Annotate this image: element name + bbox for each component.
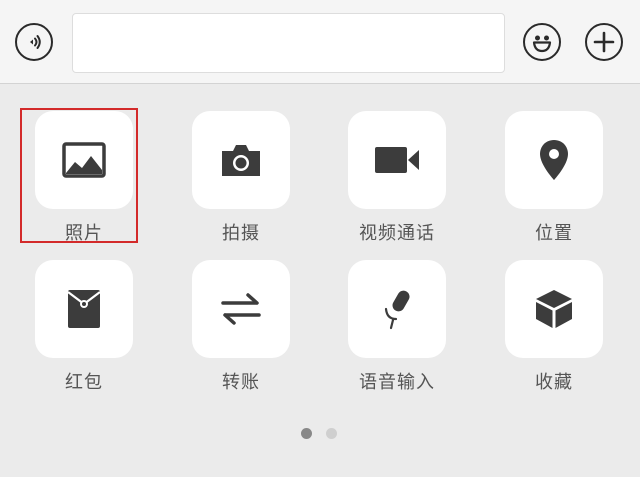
tile-location[interactable]: 位置 — [470, 111, 610, 251]
plus-icon — [593, 31, 615, 53]
tile-transfer-label: 转账 — [222, 372, 260, 393]
tile-red-envelope-label: 红包 — [65, 372, 103, 393]
smiley-face-icon — [532, 35, 552, 53]
microphone-icon — [384, 290, 410, 330]
red-envelope-icon — [67, 290, 101, 328]
page-indicator-dot[interactable] — [326, 428, 337, 439]
chat-input-bar — [0, 0, 640, 84]
emoji-button[interactable] — [523, 23, 561, 61]
video-camera-icon — [375, 147, 419, 173]
tile-capture-label: 拍摄 — [222, 223, 260, 244]
cube-icon — [536, 290, 572, 328]
more-actions-panel: 照片 拍摄 视频通话 位置 红包 转账 语音输入 收藏 — [0, 85, 640, 477]
tile-capture[interactable]: 拍摄 — [157, 111, 297, 251]
tile-capture-box[interactable] — [192, 111, 290, 209]
tile-photo[interactable]: 照片 — [0, 111, 140, 251]
tile-red-envelope-box[interactable] — [35, 260, 133, 358]
tile-transfer-box[interactable] — [192, 260, 290, 358]
tile-favorites[interactable]: 收藏 — [470, 260, 610, 400]
tile-red-envelope[interactable]: 红包 — [0, 260, 140, 400]
tile-favorites-box[interactable] — [505, 260, 603, 358]
tile-voice-input[interactable]: 语音输入 — [313, 260, 453, 400]
transfer-arrows-icon — [221, 293, 261, 325]
camera-icon — [222, 145, 260, 176]
more-button[interactable] — [585, 23, 623, 61]
voice-wave-icon — [30, 35, 41, 49]
page-indicator-dot-active[interactable] — [301, 428, 312, 439]
tile-voice-input-box[interactable] — [348, 260, 446, 358]
tile-location-box[interactable] — [505, 111, 603, 209]
voice-toggle-button[interactable] — [15, 23, 53, 61]
tile-video-call-label: 视频通话 — [359, 223, 435, 244]
location-pin-icon — [540, 140, 568, 180]
tile-photo-label: 照片 — [65, 223, 103, 244]
tile-voice-input-label: 语音输入 — [359, 372, 435, 393]
image-icon — [62, 142, 106, 178]
tile-favorites-label: 收藏 — [535, 372, 573, 393]
tile-photo-box[interactable] — [35, 111, 133, 209]
tile-location-label: 位置 — [535, 223, 573, 244]
tile-video-call[interactable]: 视频通话 — [313, 111, 453, 251]
tile-video-call-box[interactable] — [348, 111, 446, 209]
tile-transfer[interactable]: 转账 — [157, 260, 297, 400]
message-input[interactable] — [72, 13, 505, 73]
